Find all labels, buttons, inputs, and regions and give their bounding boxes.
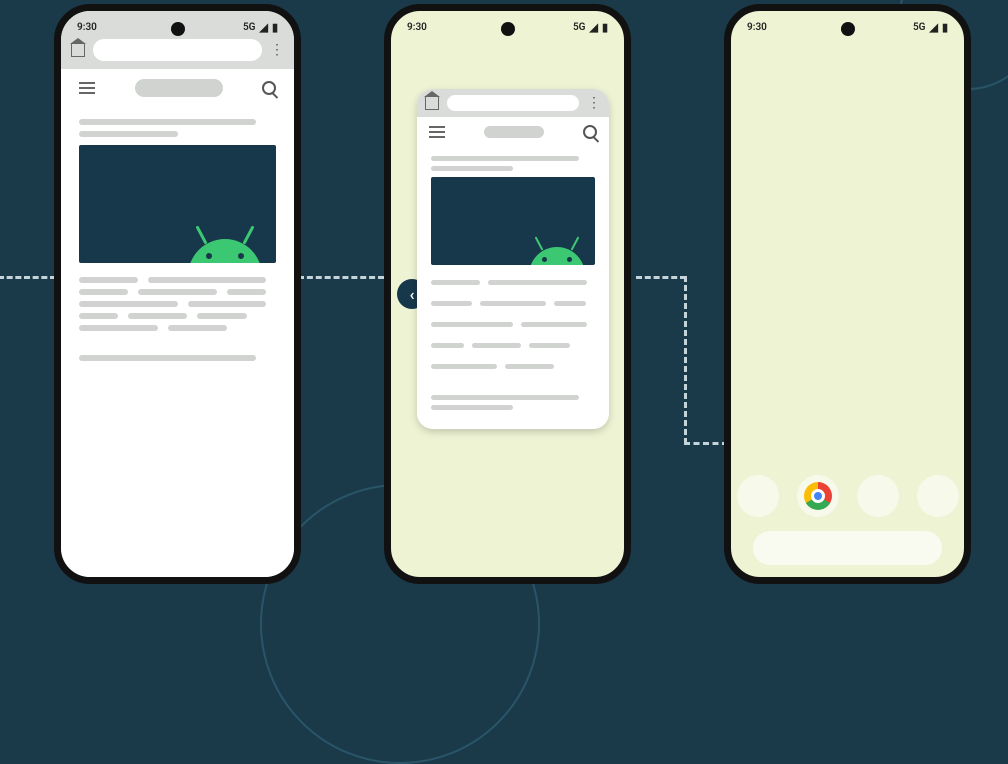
page-toolbar	[61, 69, 294, 107]
page-title-placeholder	[135, 79, 223, 97]
hero-image	[79, 145, 276, 263]
front-camera	[501, 22, 515, 36]
predictive-back-preview[interactable]: ⋮	[417, 89, 609, 429]
home-icon[interactable]	[71, 43, 85, 57]
flow-connector	[684, 442, 728, 445]
phone-stage-2: 9:30 5G ◢ ▮ ‹ ⋮	[384, 4, 631, 584]
dock-app-placeholder[interactable]	[737, 475, 779, 517]
status-network: 5G	[573, 22, 586, 33]
search-icon	[583, 125, 597, 139]
flow-connector	[298, 276, 384, 279]
browser-address-bar: ⋮	[417, 89, 609, 117]
home-screen[interactable]	[731, 39, 964, 577]
signal-icon: ◢	[589, 21, 597, 34]
dock-app-chrome[interactable]	[797, 475, 839, 517]
android-head-icon	[529, 247, 585, 265]
hamburger-icon[interactable]	[79, 79, 95, 97]
home-icon	[425, 96, 439, 110]
flow-connector	[0, 276, 56, 279]
front-camera	[841, 22, 855, 36]
search-icon[interactable]	[262, 81, 276, 95]
browser-address-bar: ⋮	[61, 39, 294, 69]
hamburger-icon	[429, 123, 445, 141]
status-network: 5G	[243, 22, 256, 33]
search-bar[interactable]	[753, 531, 942, 565]
article-content	[417, 147, 609, 429]
dock-app-placeholder[interactable]	[857, 475, 899, 517]
status-time: 9:30	[77, 22, 97, 33]
overflow-menu-icon[interactable]: ⋮	[270, 43, 284, 57]
flow-connector	[684, 276, 687, 444]
signal-icon: ◢	[929, 21, 937, 34]
status-network: 5G	[913, 22, 926, 33]
hero-image	[431, 177, 595, 265]
flow-connector	[636, 276, 686, 279]
url-field	[447, 95, 579, 111]
overflow-menu-icon: ⋮	[587, 96, 601, 110]
phone-stage-1: 9:30 5G ◢ ▮ ⋮	[54, 4, 301, 584]
article-content	[61, 107, 294, 373]
status-time: 9:30	[407, 22, 427, 33]
battery-icon: ▮	[602, 21, 608, 34]
page-title-placeholder	[484, 126, 544, 138]
signal-icon: ◢	[259, 21, 267, 34]
battery-icon: ▮	[942, 21, 948, 34]
app-dock	[731, 475, 964, 517]
page-toolbar	[417, 117, 609, 147]
battery-icon: ▮	[272, 21, 278, 34]
chrome-icon	[804, 482, 832, 510]
status-time: 9:30	[747, 22, 767, 33]
url-field[interactable]	[93, 39, 262, 61]
android-head-icon	[188, 239, 262, 263]
dock-app-placeholder[interactable]	[917, 475, 959, 517]
phone-stage-3: 9:30 5G ◢ ▮	[724, 4, 971, 584]
front-camera	[171, 22, 185, 36]
chevron-left-icon: ‹	[410, 285, 415, 304]
